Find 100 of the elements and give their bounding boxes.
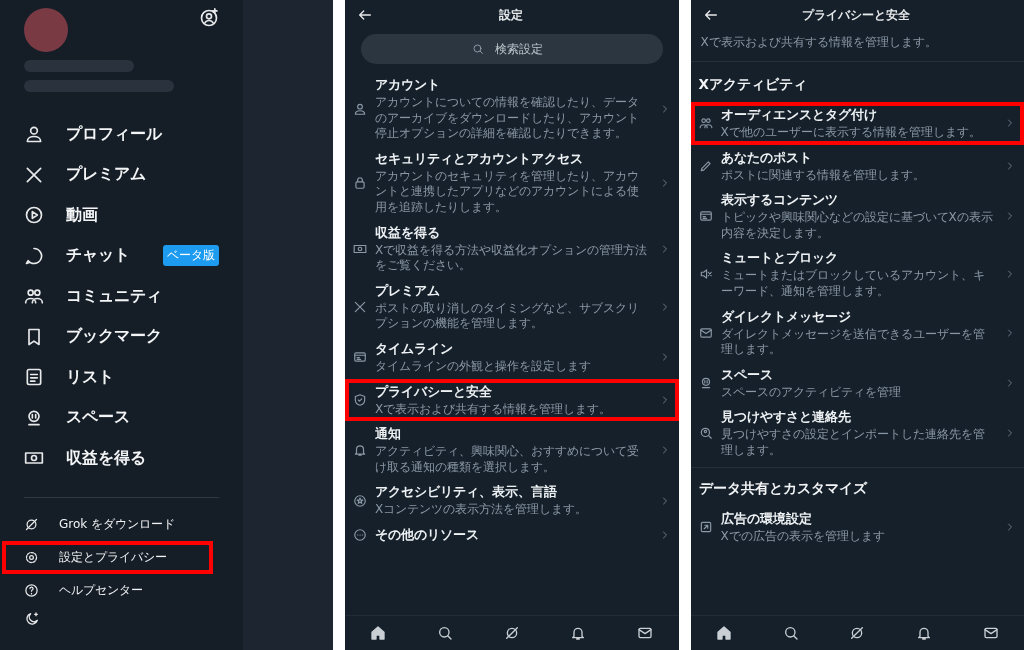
menu-item[interactable]: プレミアム	[66, 164, 146, 186]
screen-title: 設定	[497, 6, 524, 24]
settings-row[interactable]: ミュートとブロック ミュートまたはブロックしているアカウント、キーワード、通知を管理します。	[690, 245, 1024, 304]
add-account-icon[interactable]	[199, 8, 219, 28]
settings-row[interactable]: 表示するコンテンツ トピックや興味関心などの設定に基づいてXの表示内容を決定します。	[690, 187, 1024, 246]
setting-title[interactable]: プライバシーと安全	[375, 382, 651, 401]
settings-row[interactable]: プライバシーと安全 Xで表示および共有する情報を管理します。	[345, 378, 679, 422]
settings-row[interactable]: セキュリティとアカウントアクセス アカウントのセキュリティを管理したり、アカウントと連携したアプリなどのアカウントによる使用を追跡したりします。	[345, 145, 679, 220]
section-heading: Xアクティビティ	[697, 75, 808, 94]
setting-title[interactable]: 通知	[375, 425, 651, 444]
bell-icon[interactable]	[570, 625, 587, 641]
back-arrow-icon[interactable]	[702, 7, 719, 23]
search-icon[interactable]	[782, 625, 799, 641]
menu-item[interactable]: コミュニティ	[66, 285, 162, 307]
setting-title[interactable]: 表示するコンテンツ	[720, 191, 996, 210]
search-person-icon	[698, 426, 713, 441]
footer-row[interactable]: ヘルプセンター	[0, 573, 243, 607]
home-icon[interactable]	[715, 625, 732, 641]
settings-row[interactable]: 見つけやすさと連絡先 見つけやすさの設定とインポートした連絡先を管理します。	[690, 404, 1024, 463]
footer-row[interactable]: 設定とプライバシー	[2, 540, 213, 574]
menu-item[interactable]: プロフィール	[66, 123, 162, 145]
mute-icon	[698, 267, 713, 282]
avatar-placeholder	[24, 8, 68, 52]
setting-title[interactable]: タイムライン	[375, 339, 651, 358]
settings-icon	[24, 549, 39, 565]
search-field[interactable]: 検索設定	[361, 34, 663, 64]
settings-row[interactable]: 収益を得る Xで収益を得る方法や収益化オプションの管理方法をご覧ください。	[345, 219, 679, 278]
person-icon	[24, 124, 44, 145]
setting-title[interactable]: 広告の環境設定	[720, 509, 996, 528]
setting-title[interactable]: 見つけやすさと連絡先	[720, 408, 996, 427]
setting-description: Xで収益を得る方法や収益化オプションの管理方法をご覧ください。	[375, 242, 649, 274]
settings-row[interactable]: 通知 アクティビティ、興味関心、おすすめについて受け取る通知の種類を選択します。	[345, 421, 679, 480]
menu-item[interactable]: チャット	[66, 245, 130, 267]
setting-title[interactable]: ミュートとブロック	[720, 249, 996, 268]
setting-title[interactable]: アクセシビリティ、表示、言語	[375, 483, 651, 502]
card-icon	[353, 350, 367, 365]
pencil-icon	[698, 158, 713, 173]
setting-title[interactable]: 収益を得る	[375, 223, 651, 242]
shield-check-icon	[353, 392, 367, 407]
setting-description: Xで表示および共有する情報を管理します。	[375, 401, 613, 418]
menu-item[interactable]: ヘルプセンター	[59, 581, 143, 599]
settings-row[interactable]: その他のリソース	[345, 521, 679, 548]
play-icon	[24, 205, 44, 226]
back-arrow-icon[interactable]	[357, 7, 373, 23]
menu-item[interactable]: スペース	[66, 407, 130, 429]
menu-item[interactable]: Grok をダウンロード	[59, 515, 176, 533]
settings-row[interactable]: アカウント アカウントについての情報を確認したり、データのアーカイブをダウンロードしたり、アカウント停止オプションの詳細を確認したりできます。	[345, 72, 679, 146]
footer-row[interactable]: Grok をダウンロード	[0, 507, 243, 541]
setting-title[interactable]: プレミアム	[375, 281, 651, 300]
more-icon	[353, 527, 367, 542]
setting-description: ポストに関連する情報を管理します。	[720, 167, 926, 184]
menu-item[interactable]: リスト	[66, 366, 114, 388]
settings-row[interactable]: オーディエンスとタグ付け Xで他のユーザーに表示する情報を管理します。	[690, 102, 1024, 145]
settings-row[interactable]: アクセシビリティ、表示、言語 Xコンテンツの表示方法を管理します。	[345, 479, 679, 522]
setting-description: Xでの広告の表示を管理します	[720, 528, 886, 545]
setting-description: アクティビティ、興味関心、おすすめについて受け取る通知の種類を選択します。	[375, 444, 640, 476]
mail-icon	[698, 325, 713, 340]
slashed-circle-icon[interactable]	[849, 625, 866, 641]
setting-description: Xで他のユーザーに表示する情報を管理します。	[720, 125, 982, 141]
home-icon[interactable]	[370, 625, 387, 641]
person-icon	[353, 101, 367, 116]
mail-icon[interactable]	[982, 625, 999, 641]
screen-description: Xで表示および共有する情報を管理します。	[690, 30, 1024, 62]
setting-description: ダイレクトメッセージを送信できるユーザーを管理します。	[720, 326, 986, 358]
setting-title[interactable]: スペース	[720, 365, 996, 384]
setting-description: アカウントのセキュリティを管理したり、アカウントと連携したアプリなどのアカウントによる使用を追跡したりします。	[375, 168, 640, 216]
search-icon	[471, 43, 484, 55]
menu-item[interactable]: 収益を得る	[66, 447, 146, 469]
settings-row[interactable]: 広告の環境設定 Xでの広告の表示を管理します	[690, 505, 1024, 549]
menu-item[interactable]: ブックマーク	[66, 326, 162, 348]
setting-description: タイムラインの外観と操作を設定します	[375, 358, 592, 375]
mail-icon[interactable]	[637, 625, 654, 641]
setting-title[interactable]: あなたのポスト	[720, 148, 996, 167]
beta-badge: ベータ版	[163, 245, 219, 267]
setting-title[interactable]: セキュリティとアカウントアクセス	[375, 149, 651, 168]
setting-title[interactable]: オーディエンスとタグ付け	[720, 106, 996, 124]
settings-row[interactable]: プレミアム ポストの取り消しのタイミングなど、サブスクリプションの機能を管理します。	[345, 277, 679, 336]
settings-row[interactable]: タイムライン タイムラインの外観と操作を設定します	[345, 335, 679, 379]
x-logo-icon	[24, 164, 44, 185]
lock-icon	[353, 175, 367, 190]
settings-row[interactable]: ダイレクトメッセージ ダイレクトメッセージを送信できるユーザーを管理します。	[690, 303, 1024, 362]
settings-row[interactable]: あなたのポスト ポストに関連する情報を管理します。	[690, 144, 1024, 188]
settings-row[interactable]: スペース スペースのアクティビティを管理	[690, 361, 1024, 405]
slashed-circle-icon[interactable]	[503, 625, 520, 641]
slashed-circle-icon	[24, 516, 39, 532]
bell-icon[interactable]	[915, 625, 932, 641]
menu-item[interactable]: 設定とプライバシー	[59, 548, 167, 566]
setting-title[interactable]: その他のリソース	[375, 525, 651, 544]
setting-title[interactable]: ダイレクトメッセージ	[720, 307, 996, 326]
menu-item[interactable]: 動画	[66, 204, 98, 226]
section-heading: データ共有とカスタマイズ	[690, 466, 1024, 506]
setting-description: ミュートまたはブロックしているアカウント、キーワード、通知を管理します。	[720, 268, 986, 300]
moon-icon[interactable]	[24, 610, 40, 627]
setting-title[interactable]: アカウント	[375, 76, 651, 94]
x-logo-icon	[353, 299, 367, 314]
people-icon	[698, 116, 713, 131]
help-icon	[24, 582, 39, 598]
list-icon	[24, 367, 44, 388]
search-icon[interactable]	[437, 625, 454, 641]
setting-description: アカウントについての情報を確認したり、データのアーカイブをダウンロードしたり、アカウント停止オプションの詳細を確認したりできます。	[375, 95, 640, 142]
